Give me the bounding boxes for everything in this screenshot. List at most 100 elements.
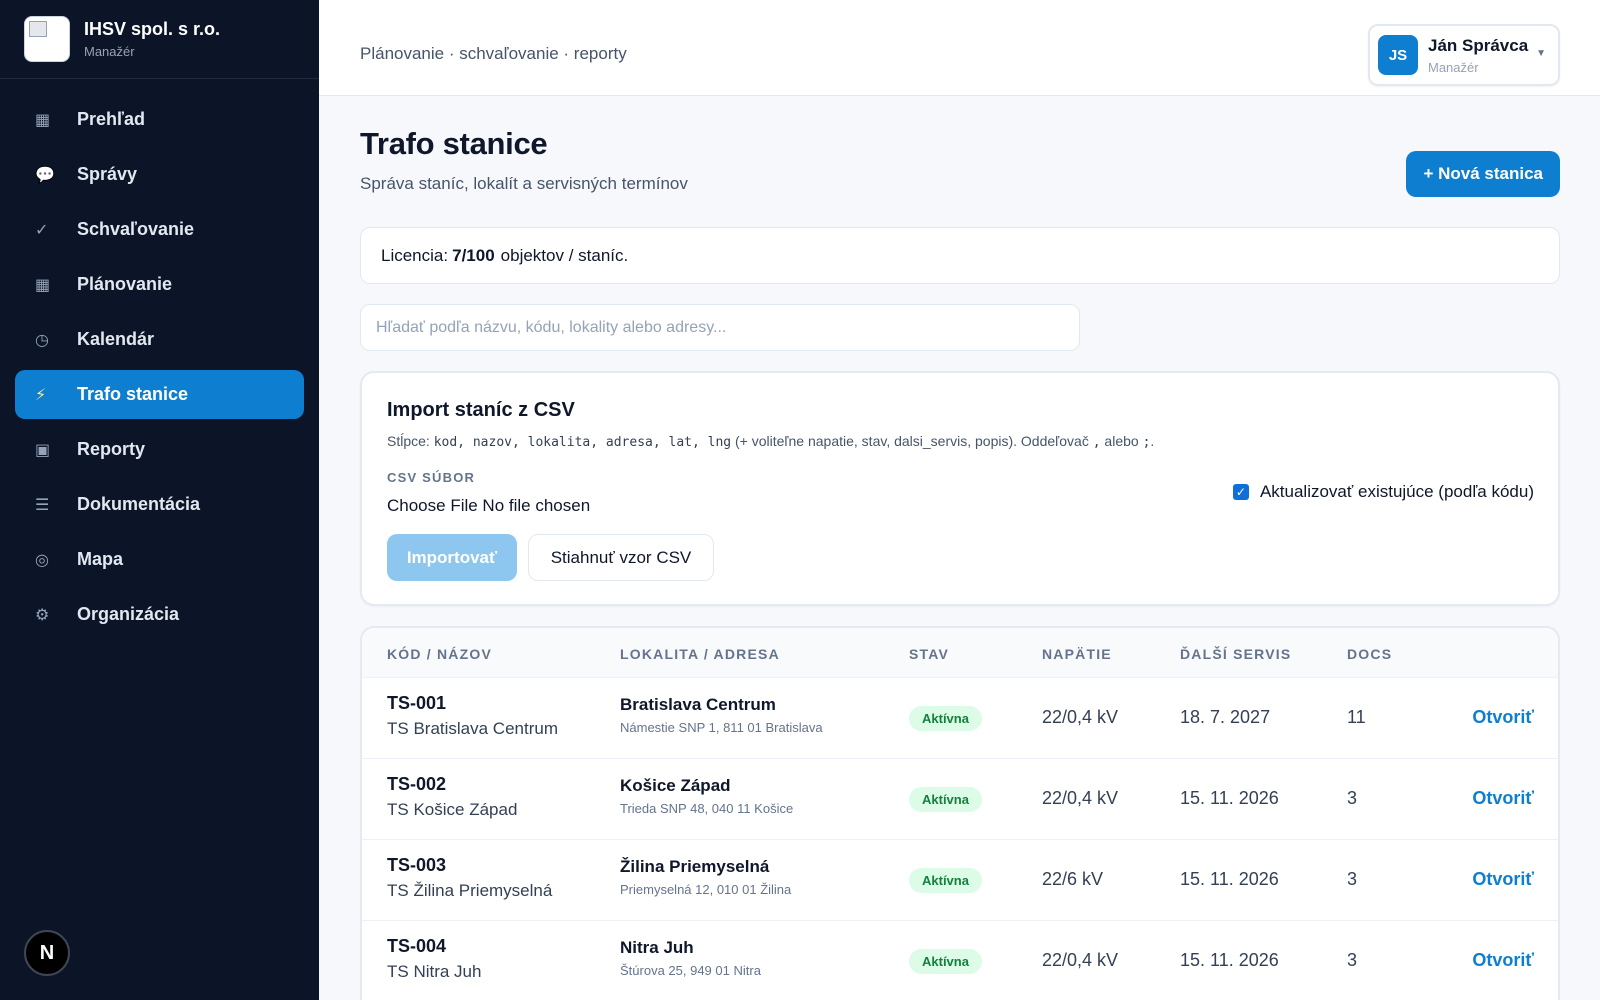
station-code: TS-002: [387, 774, 447, 794]
sidebar-item-label: Dokumentácia: [77, 494, 201, 514]
list-icon: ☰: [35, 496, 50, 514]
report-icon: ▣: [35, 441, 51, 459]
column-header-location[interactable]: LOKALITA / ADRESA: [620, 646, 780, 662]
docs-count: 11: [1347, 707, 1366, 727]
user-menu-button[interactable]: JS Ján Správca Manažér ▼: [1368, 24, 1560, 86]
sidebar-item-label: Schvaľovanie: [77, 219, 194, 239]
grid-icon: ▦: [35, 276, 51, 294]
sidebar-item-kalendar[interactable]: ◷ Kalendár: [15, 315, 304, 364]
chevron-down-icon: ▼: [1536, 48, 1546, 59]
column-header-voltage[interactable]: NAPÄTIE: [1042, 646, 1112, 662]
next-service-value: 15. 11. 2026: [1180, 950, 1279, 970]
sidebar: IHSV spol. s r.o. Manažér ▦ Prehľad 💬 Sp…: [0, 0, 319, 1000]
table-row[interactable]: TS-004 TS Nitra Juh Nitra Juh Štúrova 25…: [362, 921, 1558, 1000]
sidebar-item-prehlad[interactable]: ▦ Prehľad: [15, 95, 304, 144]
sidebar-item-dokumentacia[interactable]: ☰ Dokumentácia: [15, 480, 304, 529]
code-name-cell: TS-003 TS Žilina Priemyselná: [387, 855, 552, 901]
breadcrumb: Plánovanie · schvaľovanie · reporty: [360, 44, 627, 63]
sidebar-item-label: Plánovanie: [77, 274, 173, 294]
station-location: Žilina Priemyselná: [620, 857, 770, 876]
sidebar-item-label: Mapa: [77, 549, 124, 569]
sidebar-item-label: Reporty: [77, 439, 146, 459]
sidebar-item-label: Kalendár: [77, 329, 155, 349]
voltage-value: 22/6 kV: [1042, 869, 1104, 889]
table-header: KÓD / NÁZOV LOKALITA / ADRESA STAV NAPÄT…: [362, 628, 1558, 678]
station-code: TS-003: [387, 855, 447, 875]
column-header-status[interactable]: STAV: [909, 646, 949, 662]
table-row[interactable]: TS-002 TS Košice Západ Košice Západ Trie…: [362, 759, 1558, 840]
column-header-docs[interactable]: DOCS: [1347, 646, 1392, 662]
new-station-button[interactable]: + Nová stanica: [1406, 151, 1560, 197]
sidebar-item-schvalovanie[interactable]: ✓ Schvaľovanie: [15, 205, 304, 254]
checkbox-checked-icon[interactable]: ✓: [1232, 484, 1249, 500]
open-station-link[interactable]: Otvoriť: [1472, 788, 1534, 809]
checkmark-icon: ✓: [35, 221, 49, 239]
license-suffix: objektov / staníc.: [500, 245, 629, 265]
license-prefix: Licencia:: [381, 245, 449, 265]
column-header-code-name[interactable]: KÓD / NÁZOV: [387, 646, 492, 662]
dashboard-icon: ▦: [35, 111, 51, 129]
table-row[interactable]: TS-001 TS Bratislava Centrum Bratislava …: [362, 678, 1558, 759]
code-name-cell: TS-004 TS Nitra Juh: [387, 936, 481, 982]
sidebar-item-label: Organizácia: [77, 604, 180, 624]
docs-count: 3: [1347, 869, 1358, 889]
status-badge: Aktívna: [909, 868, 982, 893]
column-header-next-service[interactable]: ĎALŠÍ SERVIS: [1180, 646, 1291, 662]
voltage-value: 22/0,4 kV: [1042, 788, 1119, 808]
next-service-value: 18. 7. 2027: [1180, 707, 1271, 727]
station-address: Trieda SNP 48, 040 11 Košice: [620, 801, 794, 816]
station-location: Nitra Juh: [620, 938, 694, 957]
lightning-icon: ⚡: [35, 386, 47, 404]
station-address: Námestie SNP 1, 811 01 Bratislava: [620, 720, 823, 735]
station-code: TS-004: [387, 936, 447, 956]
code-name-cell: TS-002 TS Košice Západ: [387, 774, 517, 820]
next-service-value: 15. 11. 2026: [1180, 869, 1279, 889]
station-name: TS Košice Západ: [387, 800, 518, 819]
sidebar-nav: ▦ Prehľad 💬 Správy ✓ Schvaľovanie ▦ Plán…: [0, 79, 319, 639]
search-input[interactable]: [360, 304, 1080, 351]
license-count: 7/100: [452, 245, 495, 265]
import-hint-end: .: [1150, 433, 1155, 449]
location-cell: Nitra Juh Štúrova 25, 949 01 Nitra: [620, 938, 761, 978]
station-name: TS Žilina Priemyselná: [387, 881, 553, 900]
sidebar-item-mapa[interactable]: ◎ Mapa: [15, 535, 304, 584]
user-name: Ján Správca: [1428, 35, 1529, 55]
nextjs-badge-icon[interactable]: N: [24, 930, 70, 976]
location-cell: Žilina Priemyselná Priemyselná 12, 010 0…: [620, 857, 791, 897]
org-logo: [24, 16, 70, 62]
sidebar-item-planovanie[interactable]: ▦ Plánovanie: [15, 260, 304, 309]
map-pin-icon: ◎: [35, 551, 49, 569]
open-station-link[interactable]: Otvoriť: [1472, 950, 1534, 971]
station-address: Štúrova 25, 949 01 Nitra: [620, 963, 761, 978]
import-hint-mid: (+ voliteľne napatie, stav, dalsi_servis…: [731, 433, 1093, 449]
sidebar-item-spravy[interactable]: 💬 Správy: [15, 150, 304, 199]
user-role: Manažér: [1428, 59, 1479, 75]
station-name: TS Nitra Juh: [387, 962, 482, 981]
clock-icon: ◷: [35, 331, 49, 349]
stations-table: KÓD / NÁZOV LOKALITA / ADRESA STAV NAPÄT…: [360, 626, 1560, 1000]
open-station-link[interactable]: Otvoriť: [1472, 869, 1534, 890]
download-template-button[interactable]: Stiahnuť vzor CSV: [528, 534, 714, 581]
csv-file-label: CSV SÚBOR: [387, 470, 476, 485]
update-existing-toggle[interactable]: ✓ Aktualizovať existujúce (podľa kódu): [1232, 482, 1534, 502]
voltage-value: 22/0,4 kV: [1042, 707, 1119, 727]
import-hint: Stĺpce: kod, nazov, lokalita, adresa, la…: [387, 433, 1154, 450]
station-address: Priemyselná 12, 010 01 Žilina: [620, 882, 792, 897]
sidebar-item-trafo-stanice[interactable]: ⚡ Trafo stanice: [15, 370, 304, 419]
table-row[interactable]: TS-003 TS Žilina Priemyselná Žilina Prie…: [362, 840, 1558, 921]
csv-file-input[interactable]: Choose File No file chosen: [387, 496, 590, 516]
code-name-cell: TS-001 TS Bratislava Centrum: [387, 693, 558, 739]
docs-count: 3: [1347, 950, 1358, 970]
station-code: TS-001: [387, 693, 447, 713]
topbar: Plánovanie · schvaľovanie · reporty JS J…: [319, 0, 1600, 96]
avatar: JS: [1378, 35, 1418, 75]
import-button[interactable]: Importovať: [387, 534, 517, 581]
open-station-link[interactable]: Otvoriť: [1472, 707, 1534, 728]
sidebar-item-reporty[interactable]: ▣ Reporty: [15, 425, 304, 474]
import-hint-separator-comma: ,: [1092, 435, 1101, 450]
import-hint-or: alebo: [1100, 433, 1143, 449]
import-title: Import staníc z CSV: [387, 399, 575, 421]
csv-import-card: Import staníc z CSV Stĺpce: kod, nazov, …: [360, 371, 1560, 606]
import-hint-columns: kod, nazov, lokalita, adresa, lat, lng: [433, 435, 732, 450]
sidebar-item-organizacia[interactable]: ⚙ Organizácia: [15, 590, 304, 639]
